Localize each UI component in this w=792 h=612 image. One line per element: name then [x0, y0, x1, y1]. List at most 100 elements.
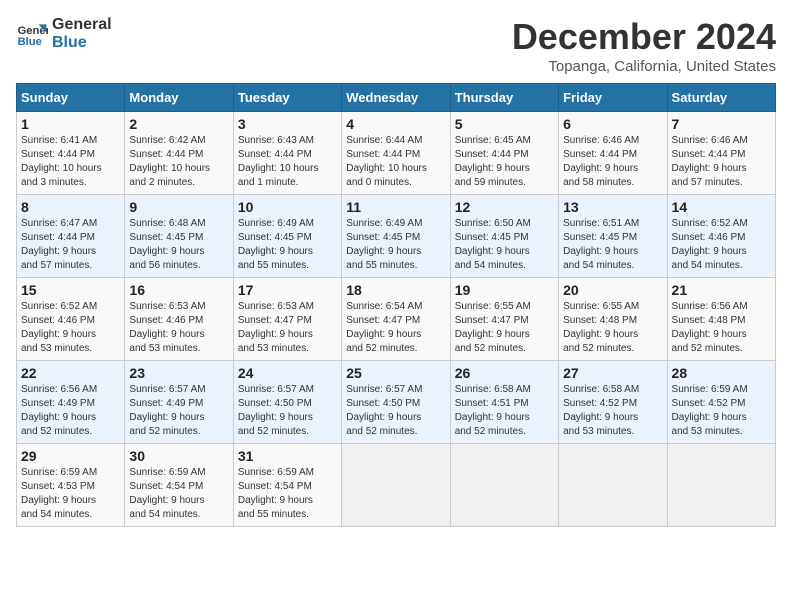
- day-info: Sunrise: 6:49 AM Sunset: 4:45 PM Dayligh…: [346, 217, 445, 273]
- calendar-cell: 19 Sunrise: 6:55 AM Sunset: 4:47 PM Dayli…: [450, 278, 558, 361]
- day-info: Sunrise: 6:59 AM Sunset: 4:54 PM Dayligh…: [238, 466, 337, 522]
- calendar-week-row: 8 Sunrise: 6:47 AM Sunset: 4:44 PM Daylig…: [17, 195, 776, 278]
- day-info: Sunrise: 6:56 AM Sunset: 4:48 PM Dayligh…: [672, 300, 771, 356]
- day-info: Sunrise: 6:57 AM Sunset: 4:50 PM Dayligh…: [346, 383, 445, 439]
- day-number: 29: [21, 448, 120, 464]
- calendar-cell: 8 Sunrise: 6:47 AM Sunset: 4:44 PM Daylig…: [17, 195, 125, 278]
- day-info: Sunrise: 6:47 AM Sunset: 4:44 PM Dayligh…: [21, 217, 120, 273]
- calendar-cell: 28 Sunrise: 6:59 AM Sunset: 4:52 PM Dayli…: [667, 361, 775, 444]
- calendar-week-row: 1 Sunrise: 6:41 AM Sunset: 4:44 PM Daylig…: [17, 112, 776, 195]
- calendar-cell: 18 Sunrise: 6:54 AM Sunset: 4:47 PM Dayli…: [342, 278, 450, 361]
- calendar-cell: [667, 444, 775, 527]
- calendar-cell: 25 Sunrise: 6:57 AM Sunset: 4:50 PM Dayli…: [342, 361, 450, 444]
- day-info: Sunrise: 6:59 AM Sunset: 4:54 PM Dayligh…: [129, 466, 228, 522]
- weekday-header-cell: Tuesday: [233, 84, 341, 112]
- calendar-cell: [342, 444, 450, 527]
- day-number: 28: [672, 365, 771, 381]
- calendar-body: 1 Sunrise: 6:41 AM Sunset: 4:44 PM Daylig…: [17, 112, 776, 527]
- day-info: Sunrise: 6:59 AM Sunset: 4:53 PM Dayligh…: [21, 466, 120, 522]
- day-info: Sunrise: 6:58 AM Sunset: 4:51 PM Dayligh…: [455, 383, 554, 439]
- day-number: 10: [238, 199, 337, 215]
- day-number: 19: [455, 282, 554, 298]
- day-info: Sunrise: 6:46 AM Sunset: 4:44 PM Dayligh…: [672, 134, 771, 190]
- day-number: 20: [563, 282, 662, 298]
- day-number: 5: [455, 116, 554, 132]
- calendar-week-row: 29 Sunrise: 6:59 AM Sunset: 4:53 PM Dayli…: [17, 444, 776, 527]
- day-info: Sunrise: 6:54 AM Sunset: 4:47 PM Dayligh…: [346, 300, 445, 356]
- weekday-header-cell: Friday: [559, 84, 667, 112]
- day-info: Sunrise: 6:48 AM Sunset: 4:45 PM Dayligh…: [129, 217, 228, 273]
- day-info: Sunrise: 6:42 AM Sunset: 4:44 PM Dayligh…: [129, 134, 228, 190]
- calendar-cell: 15 Sunrise: 6:52 AM Sunset: 4:46 PM Dayli…: [17, 278, 125, 361]
- day-number: 21: [672, 282, 771, 298]
- day-info: Sunrise: 6:49 AM Sunset: 4:45 PM Dayligh…: [238, 217, 337, 273]
- day-info: Sunrise: 6:46 AM Sunset: 4:44 PM Dayligh…: [563, 134, 662, 190]
- day-info: Sunrise: 6:59 AM Sunset: 4:52 PM Dayligh…: [672, 383, 771, 439]
- day-info: Sunrise: 6:55 AM Sunset: 4:48 PM Dayligh…: [563, 300, 662, 356]
- calendar-cell: 16 Sunrise: 6:53 AM Sunset: 4:46 PM Dayli…: [125, 278, 233, 361]
- day-number: 25: [346, 365, 445, 381]
- day-number: 13: [563, 199, 662, 215]
- day-number: 3: [238, 116, 337, 132]
- day-info: Sunrise: 6:44 AM Sunset: 4:44 PM Dayligh…: [346, 134, 445, 190]
- day-info: Sunrise: 6:52 AM Sunset: 4:46 PM Dayligh…: [672, 217, 771, 273]
- day-number: 31: [238, 448, 337, 464]
- day-number: 24: [238, 365, 337, 381]
- weekday-header-row: SundayMondayTuesdayWednesdayThursdayFrid…: [17, 84, 776, 112]
- day-info: Sunrise: 6:43 AM Sunset: 4:44 PM Dayligh…: [238, 134, 337, 190]
- day-info: Sunrise: 6:57 AM Sunset: 4:49 PM Dayligh…: [129, 383, 228, 439]
- calendar-cell: 12Sunrise: 6:50 AM Sunset: 4:45 PM Dayli…: [450, 195, 558, 278]
- day-info: Sunrise: 6:41 AM Sunset: 4:44 PM Dayligh…: [21, 134, 120, 190]
- calendar-cell: 22 Sunrise: 6:56 AM Sunset: 4:49 PM Dayli…: [17, 361, 125, 444]
- calendar-cell: 13 Sunrise: 6:51 AM Sunset: 4:45 PM Dayli…: [559, 195, 667, 278]
- day-info: Sunrise: 6:55 AM Sunset: 4:47 PM Dayligh…: [455, 300, 554, 356]
- calendar-cell: 27 Sunrise: 6:58 AM Sunset: 4:52 PM Dayli…: [559, 361, 667, 444]
- day-number: 16: [129, 282, 228, 298]
- calendar-cell: 4 Sunrise: 6:44 AM Sunset: 4:44 PM Daylig…: [342, 112, 450, 195]
- weekday-header-cell: Wednesday: [342, 84, 450, 112]
- logo-line1: General: [52, 16, 112, 34]
- day-number: 2: [129, 116, 228, 132]
- day-number: 14: [672, 199, 771, 215]
- day-number: 11: [346, 199, 445, 215]
- calendar-cell: [450, 444, 558, 527]
- logo-icon: General Blue: [16, 18, 48, 50]
- logo-line2: Blue: [52, 34, 112, 52]
- weekday-header-cell: Sunday: [17, 84, 125, 112]
- calendar-cell: 10 Sunrise: 6:49 AM Sunset: 4:45 PM Dayli…: [233, 195, 341, 278]
- calendar-cell: 20 Sunrise: 6:55 AM Sunset: 4:48 PM Dayli…: [559, 278, 667, 361]
- day-number: 1: [21, 116, 120, 132]
- day-number: 22: [21, 365, 120, 381]
- weekday-header-cell: Saturday: [667, 84, 775, 112]
- calendar-cell: 21 Sunrise: 6:56 AM Sunset: 4:48 PM Dayli…: [667, 278, 775, 361]
- logo: General Blue General Blue: [16, 16, 112, 51]
- day-number: 27: [563, 365, 662, 381]
- day-number: 15: [21, 282, 120, 298]
- calendar-cell: 1 Sunrise: 6:41 AM Sunset: 4:44 PM Daylig…: [17, 112, 125, 195]
- day-info: Sunrise: 6:53 AM Sunset: 4:46 PM Dayligh…: [129, 300, 228, 356]
- day-number: 8: [21, 199, 120, 215]
- day-info: Sunrise: 6:51 AM Sunset: 4:45 PM Dayligh…: [563, 217, 662, 273]
- day-number: 18: [346, 282, 445, 298]
- calendar-cell: 3 Sunrise: 6:43 AM Sunset: 4:44 PM Daylig…: [233, 112, 341, 195]
- calendar-week-row: 22 Sunrise: 6:56 AM Sunset: 4:49 PM Dayli…: [17, 361, 776, 444]
- calendar-cell: [559, 444, 667, 527]
- calendar-title-section: December 2024 Topanga, California, Unite…: [512, 16, 776, 75]
- day-info: Sunrise: 6:52 AM Sunset: 4:46 PM Dayligh…: [21, 300, 120, 356]
- calendar-cell: 24Sunrise: 6:57 AM Sunset: 4:50 PM Dayli…: [233, 361, 341, 444]
- day-number: 26: [455, 365, 554, 381]
- calendar-cell: 2 Sunrise: 6:42 AM Sunset: 4:44 PM Daylig…: [125, 112, 233, 195]
- day-number: 4: [346, 116, 445, 132]
- day-number: 17: [238, 282, 337, 298]
- day-info: Sunrise: 6:56 AM Sunset: 4:49 PM Dayligh…: [21, 383, 120, 439]
- calendar-cell: 9 Sunrise: 6:48 AM Sunset: 4:45 PM Daylig…: [125, 195, 233, 278]
- calendar-cell: 30Sunrise: 6:59 AM Sunset: 4:54 PM Dayli…: [125, 444, 233, 527]
- day-info: Sunrise: 6:50 AM Sunset: 4:45 PM Dayligh…: [455, 217, 554, 273]
- day-number: 9: [129, 199, 228, 215]
- calendar-cell: 17Sunrise: 6:53 AM Sunset: 4:47 PM Dayli…: [233, 278, 341, 361]
- calendar-cell: 7Sunrise: 6:46 AM Sunset: 4:44 PM Daylig…: [667, 112, 775, 195]
- calendar-subtitle: Topanga, California, United States: [512, 58, 776, 75]
- day-info: Sunrise: 6:58 AM Sunset: 4:52 PM Dayligh…: [563, 383, 662, 439]
- calendar-cell: 14 Sunrise: 6:52 AM Sunset: 4:46 PM Dayli…: [667, 195, 775, 278]
- page-header: General Blue General Blue December 2024 …: [16, 16, 776, 75]
